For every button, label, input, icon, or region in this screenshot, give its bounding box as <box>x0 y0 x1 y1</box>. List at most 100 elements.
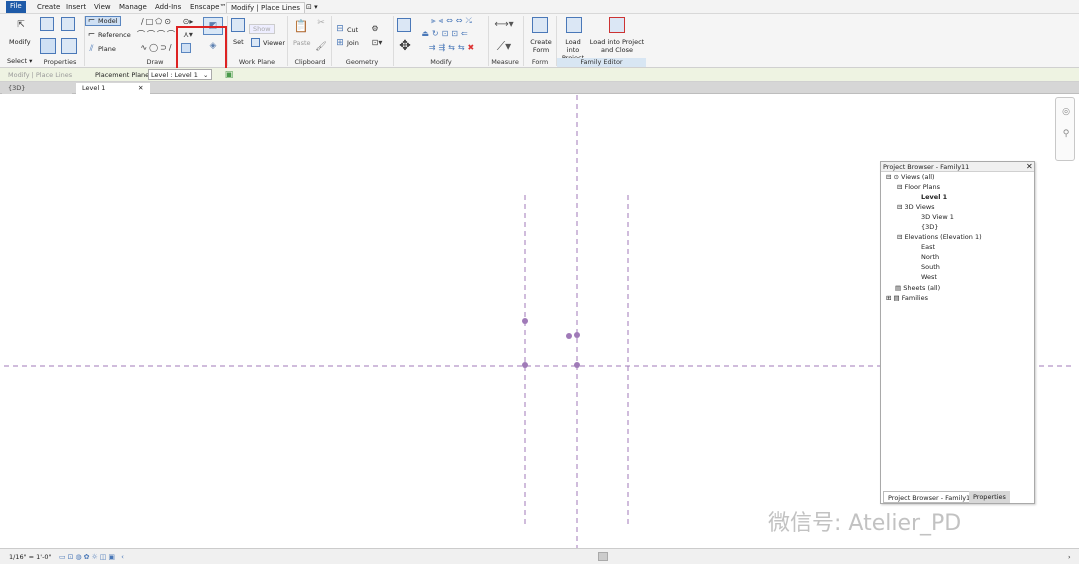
tab-insert[interactable]: Insert <box>62 2 90 13</box>
dimension-grip <box>522 362 528 368</box>
close-icon[interactable]: ✕ <box>1026 162 1033 171</box>
tab-create[interactable]: Create <box>33 2 64 13</box>
viewer-button[interactable]: Viewer <box>263 39 285 47</box>
form-group-label: Form <box>531 58 549 66</box>
ribbon: ⇱ Modify Select ▾ Properties ⌐ Model ⌐ R… <box>0 14 1079 70</box>
reference-line-icon: ⌐ <box>87 29 96 40</box>
tab-enscape[interactable]: Enscape™ <box>186 2 230 13</box>
paste-icon[interactable]: 📋 <box>294 18 309 34</box>
watermark: 微信号: Atelier_PD <box>768 511 962 536</box>
create-form-icon[interactable] <box>532 17 548 33</box>
measure-group-label: Measure <box>491 58 519 66</box>
measure-icon[interactable]: ⟷▾ <box>493 20 515 30</box>
tree-item-east[interactable]: East <box>921 243 935 252</box>
divider <box>488 16 489 66</box>
tab-manage[interactable]: Manage <box>115 2 151 13</box>
model-line-icon: ⌐ <box>87 15 96 26</box>
placement-plane-select[interactable]: Level : Level 1 ⌄ <box>148 69 212 80</box>
navigation-bar[interactable]: ◎ ⚲ <box>1055 97 1075 161</box>
project-browser-title: Project Browser - Family11 <box>881 162 1034 172</box>
tree-item-3d[interactable]: {3D} <box>921 223 938 232</box>
properties-icon[interactable] <box>40 38 56 54</box>
tree-item-floor-plans[interactable]: ⊟ Floor Plans <box>897 183 940 192</box>
steering-wheel-icon[interactable]: ◎ <box>1060 106 1072 118</box>
modify-tools-row1-icons[interactable]: ⫸⫷⇔⇔⤯ <box>418 16 488 26</box>
match-properties-icon[interactable]: 🖌 <box>315 42 326 52</box>
quick-access-dropdown[interactable]: ⊡ ▾ <box>302 2 322 13</box>
draw-group-label: Draw <box>146 58 164 66</box>
divider <box>331 16 332 66</box>
workplane-viewer-icon[interactable]: ▣ <box>224 70 234 80</box>
tab-properties[interactable]: Properties <box>969 491 1010 503</box>
reference-line-button[interactable]: Reference <box>98 31 131 39</box>
tree-item-families[interactable]: ⊞ ▤ Families <box>886 294 928 303</box>
scroll-right-icon[interactable]: › <box>1068 553 1071 561</box>
geometry-extra-icon[interactable]: ⚙ <box>370 24 380 34</box>
set-button[interactable]: Set <box>233 38 244 46</box>
workplane-group-label: Work Plane <box>238 58 276 66</box>
set-workplane-icon[interactable] <box>231 18 245 32</box>
tab-addins[interactable]: Add-Ins <box>151 2 185 13</box>
modify-button[interactable]: Modify <box>9 38 31 46</box>
view-control-icons[interactable]: ▭⊡◍✿☼◫▣ ‹ <box>50 552 135 562</box>
clipboard-group-label: Clipboard <box>294 58 326 66</box>
modify-tools-row3-icons[interactable]: ⇉⇶⇆⇆ ✖ <box>418 43 488 53</box>
tab-modify-place-lines[interactable]: Modify | Place Lines <box>226 2 306 13</box>
tree-item-3d-views[interactable]: ⊟ 3D Views <box>897 203 935 212</box>
cut-icon[interactable]: ✂ <box>316 18 326 28</box>
draw-line-rect-polygon-icons[interactable]: ∕□⬠⊙ <box>132 17 182 27</box>
align-icon[interactable] <box>397 18 411 32</box>
tree-item-sheets[interactable]: ▤ Sheets (all) <box>895 284 940 293</box>
show-button[interactable]: Show <box>249 24 275 34</box>
join-geometry-icon: ⊞ <box>336 37 344 48</box>
select-dropdown[interactable]: Select ▾ <box>7 57 32 65</box>
tab-3d-view[interactable]: {3D} <box>2 83 72 94</box>
scale-label[interactable]: 1/16" = 1'-0" <box>9 553 52 561</box>
paste-button[interactable]: Paste <box>293 39 311 47</box>
move-icon[interactable]: ✥ <box>397 38 413 54</box>
tree-item-north[interactable]: North <box>921 253 939 262</box>
options-bar: Modify | Place Lines Placement Plane: Le… <box>0 68 1079 82</box>
create-form-button[interactable]: Create Form <box>529 38 553 54</box>
family-types-icon[interactable] <box>61 17 75 31</box>
dimension-grip <box>522 318 528 324</box>
view-tabs: {3D} Level 1 ✕ <box>0 82 1079 94</box>
cut-geometry-button[interactable]: Cut <box>347 26 358 34</box>
tree-item-south[interactable]: South <box>921 263 940 272</box>
highlight-box <box>176 26 227 70</box>
load-into-project-icon[interactable] <box>566 17 582 33</box>
family-editor-group-label: Family Editor <box>557 58 646 67</box>
load-into-project-close-icon[interactable] <box>609 17 625 33</box>
model-line-button[interactable]: Model <box>98 17 118 25</box>
tree-item-level-1[interactable]: Level 1 <box>921 193 947 202</box>
tab-file[interactable]: File <box>6 1 26 13</box>
draw-arc-icons[interactable]: ⌒⌒⌒⌒ <box>132 30 182 40</box>
project-browser-panel: Project Browser - Family11 ✕ ⊟ ⊙ Views (… <box>880 161 1035 504</box>
tree-item-3d-view-1[interactable]: 3D View 1 <box>921 213 954 222</box>
draw-spline-ellipse-icons[interactable]: ∿◯⊃∕ <box>132 43 182 53</box>
horizontal-scrollbar-thumb[interactable] <box>598 552 608 561</box>
close-icon[interactable]: ✕ <box>138 83 143 94</box>
family-category-icon[interactable] <box>61 38 77 54</box>
modify-group-label: Modify <box>430 58 452 66</box>
tree-item-elevations[interactable]: ⊟ Elevations (Elevation 1) <box>897 233 982 242</box>
tree-item-views[interactable]: ⊟ ⊙ Views (all) <box>886 173 935 182</box>
geometry-join-dropdown-icon[interactable]: ⊡▾ <box>370 38 384 48</box>
reference-plane-button[interactable]: Plane <box>98 45 116 53</box>
load-into-project-close-button[interactable]: Load into Project and Close <box>588 38 646 54</box>
zoom-icon[interactable]: ⚲ <box>1060 128 1072 140</box>
join-geometry-button[interactable]: Join <box>347 39 359 47</box>
cut-geometry-icon: ⊟ <box>336 23 344 34</box>
type-properties-icon[interactable] <box>40 17 54 31</box>
divider <box>393 16 394 66</box>
modify-tools-row2-icons[interactable]: ⏏↻⊡⊡⇐ <box>418 29 474 39</box>
properties-group-label: Properties <box>43 58 77 66</box>
tab-level-1[interactable]: Level 1 ✕ <box>76 83 150 94</box>
view-control-bar: 1/16" = 1'-0" ▭⊡◍✿☼◫▣ ‹ › <box>0 548 1079 564</box>
divider <box>287 16 288 66</box>
tab-project-browser[interactable]: Project Browser - Family11 <box>883 491 980 503</box>
placement-plane-label: Placement Plane: <box>95 71 152 79</box>
tree-item-west[interactable]: West <box>921 273 937 282</box>
dimension-icon[interactable]: ⟋▾ <box>493 38 515 54</box>
tab-view[interactable]: View <box>90 2 115 13</box>
